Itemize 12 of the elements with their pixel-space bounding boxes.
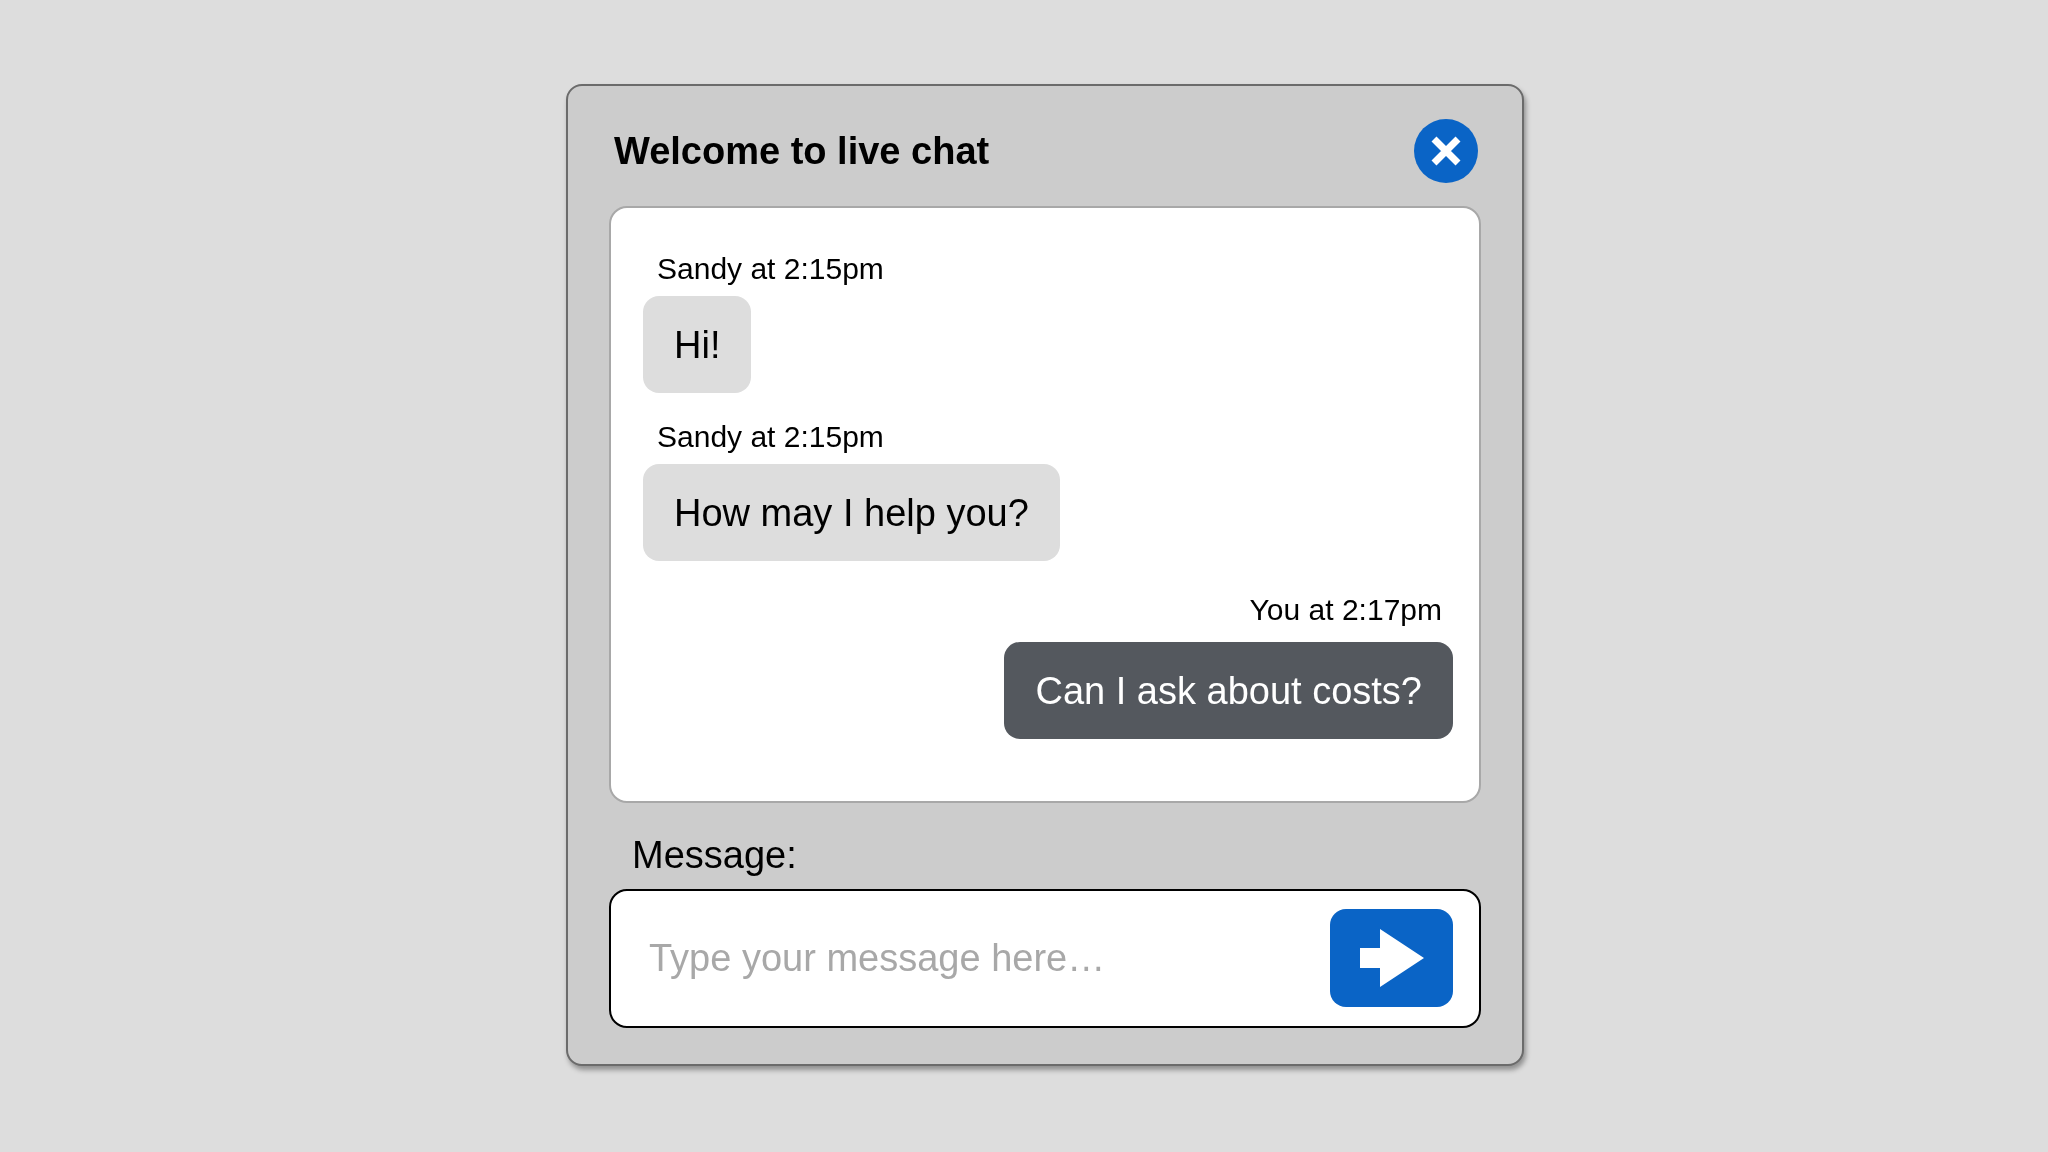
- message-meta: Sandy at 2:15pm: [657, 420, 884, 454]
- arrow-right-icon: [1359, 929, 1424, 987]
- message-input-field[interactable]: Type your message here…: [609, 889, 1481, 1028]
- message-meta: Sandy at 2:15pm: [657, 252, 884, 286]
- message-bubble: Hi!: [643, 296, 752, 393]
- message-meta: You at 2:17pm: [1249, 593, 1442, 627]
- message-bubble: How may I help you?: [643, 464, 1060, 561]
- close-icon: [1431, 136, 1461, 166]
- message-bubble: Can I ask about costs?: [1004, 642, 1453, 739]
- window-title: Welcome to live chat: [614, 129, 990, 173]
- message-label: Message:: [632, 833, 797, 877]
- send-button[interactable]: [1330, 909, 1453, 1007]
